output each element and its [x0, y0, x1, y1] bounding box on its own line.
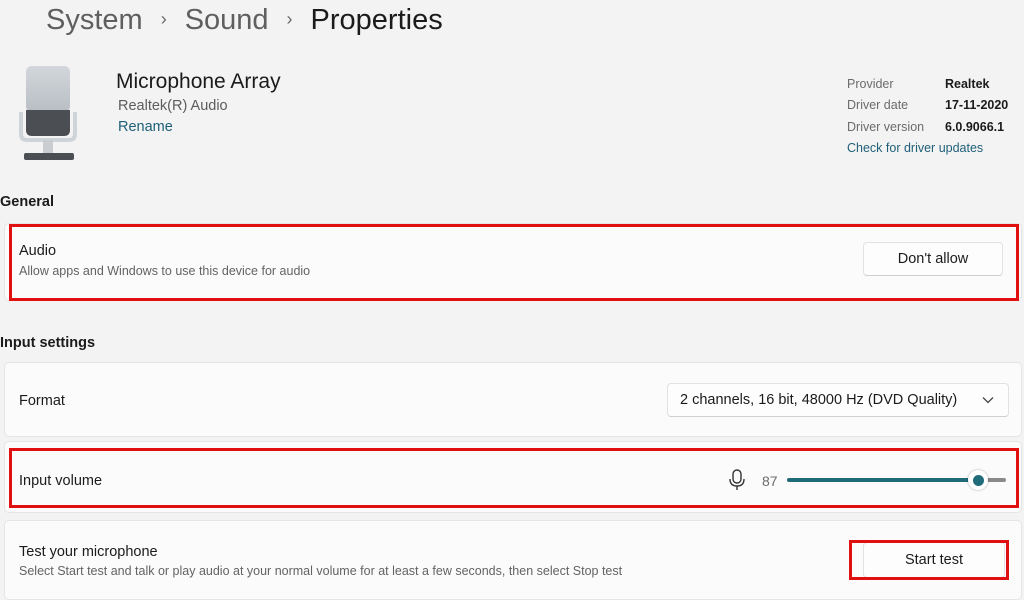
chevron-down-icon [982, 396, 994, 404]
format-selected-value: 2 channels, 16 bit, 48000 Hz (DVD Qualit… [680, 392, 958, 408]
driver-label: Provider [847, 76, 894, 91]
input-volume-card: Input volume 87 [4, 441, 1022, 513]
breadcrumb-sound[interactable]: Sound [185, 4, 269, 37]
driver-value: Realtek [945, 76, 990, 91]
slider-thumb-inner [972, 474, 984, 486]
driver-label: Driver version [847, 119, 925, 134]
input-volume-value: 87 [762, 473, 778, 489]
input-volume-title: Input volume [19, 473, 103, 489]
driver-row-version: Driver version 6.0.9066.1 [847, 116, 1008, 138]
microphone-icon [729, 469, 745, 496]
breadcrumb-system[interactable]: System [46, 4, 143, 37]
driver-value: 6.0.9066.1 [945, 119, 1005, 134]
page-title: Properties [310, 3, 443, 36]
format-dropdown[interactable]: 2 channels, 16 bit, 48000 Hz (DVD Qualit… [667, 383, 1009, 417]
driver-label: Driver date [847, 98, 909, 113]
section-heading-general: General [0, 194, 54, 210]
driver-info: Provider Realtek Driver date 17-11-2020 … [847, 73, 1008, 159]
microphone-device-icon [16, 64, 80, 164]
device-name: Microphone Array [116, 70, 281, 93]
device-driver-name: Realtek(R) Audio [118, 98, 228, 114]
check-driver-updates-link[interactable]: Check for driver updates [847, 138, 1008, 159]
start-test-button[interactable]: Start test [863, 542, 1005, 578]
audio-title: Audio [19, 243, 57, 259]
dont-allow-button[interactable]: Don't allow [863, 242, 1003, 276]
input-volume-slider[interactable] [787, 470, 1006, 490]
slider-track-fill [787, 478, 972, 482]
audio-description: Allow apps and Windows to use this devic… [19, 264, 311, 278]
format-card: Format 2 channels, 16 bit, 48000 Hz (DVD… [4, 362, 1022, 437]
audio-card: Audio Allow apps and Windows to use this… [4, 223, 1022, 301]
breadcrumb-separator: › [286, 8, 293, 29]
breadcrumb: System › Sound › Properties [46, 0, 443, 40]
section-heading-input-settings: Input settings [0, 335, 96, 351]
driver-row-provider: Provider Realtek [847, 73, 1008, 95]
test-microphone-description: Select Start test and talk or play audio… [19, 564, 623, 578]
test-microphone-title: Test your microphone [19, 544, 158, 560]
slider-thumb[interactable] [968, 470, 988, 490]
breadcrumb-separator: › [160, 8, 167, 29]
driver-value: 17-11-2020 [945, 98, 1009, 113]
format-title: Format [19, 393, 65, 409]
test-microphone-card: Test your microphone Select Start test a… [4, 520, 1022, 600]
driver-row-date: Driver date 17-11-2020 [847, 95, 1008, 117]
rename-link[interactable]: Rename [118, 119, 173, 135]
